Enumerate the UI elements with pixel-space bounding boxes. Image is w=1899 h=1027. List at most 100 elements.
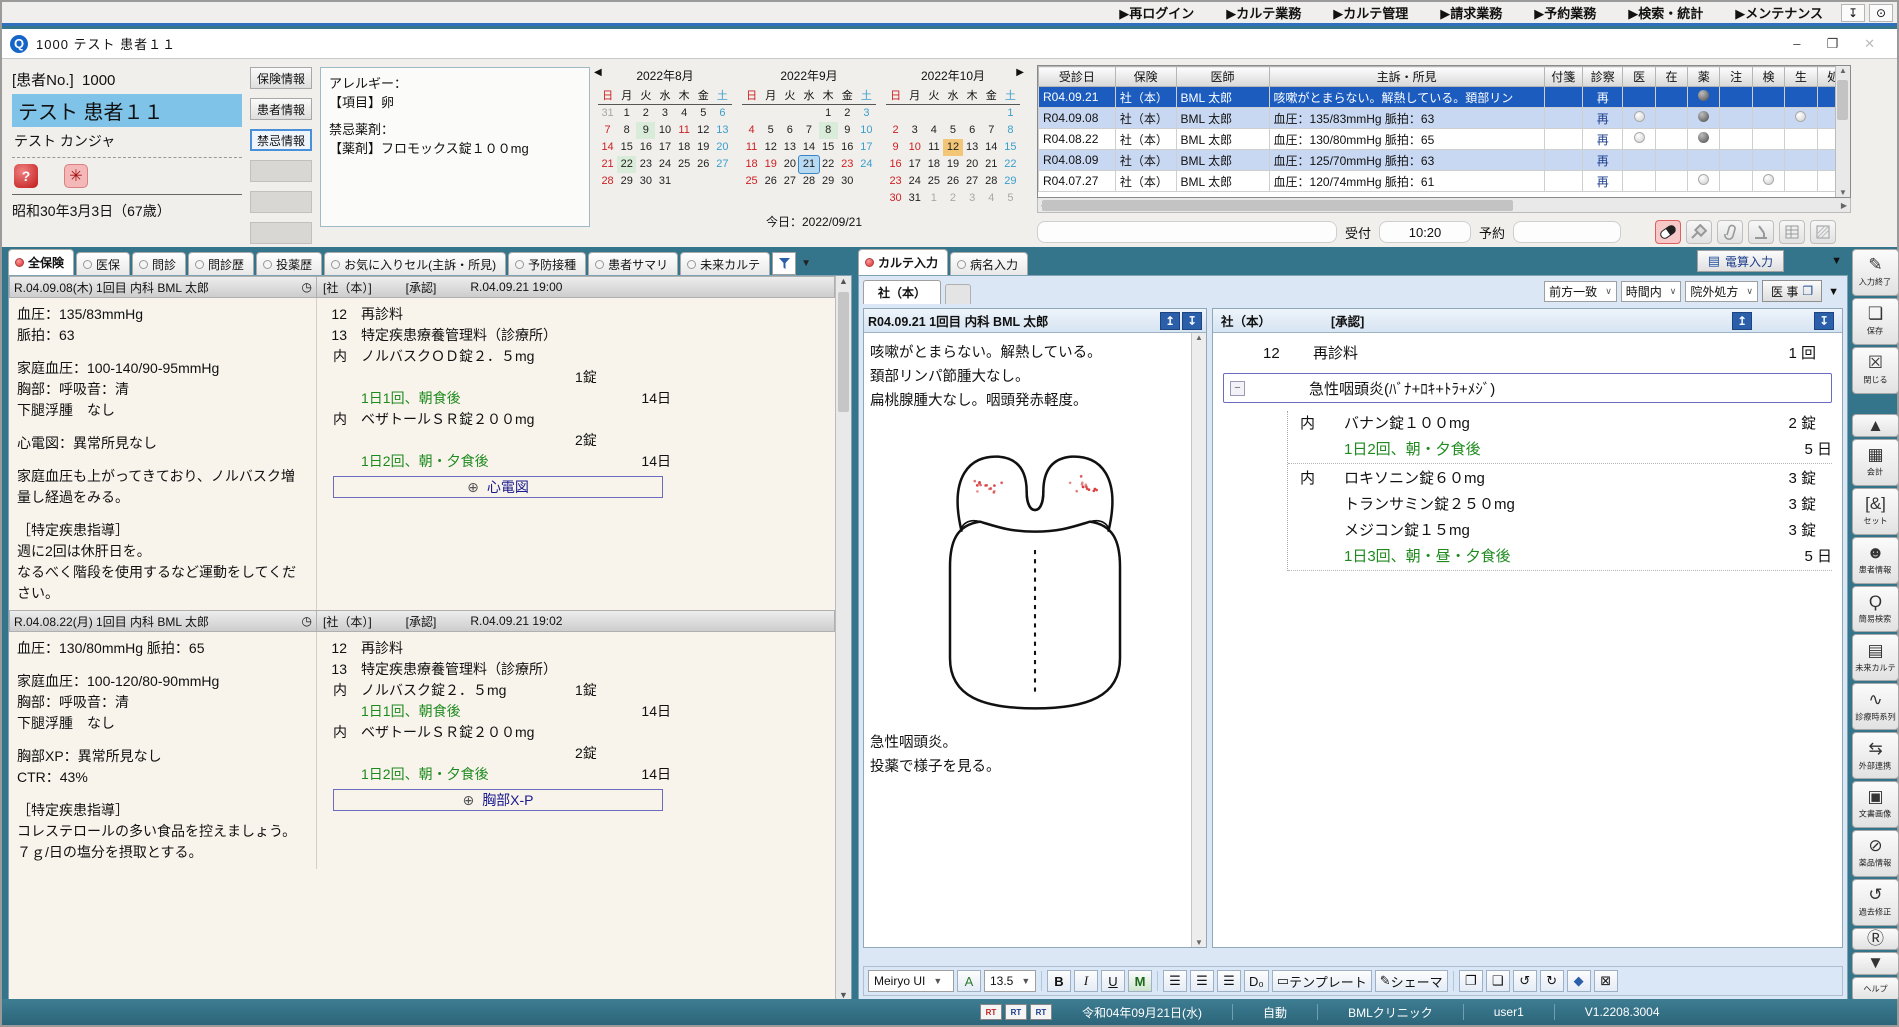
calendar-day[interactable]: 1 <box>1001 105 1020 122</box>
prescription-mode-select[interactable]: 院外処方∨ <box>1685 281 1758 302</box>
visit-row[interactable]: R04.09.08社（本）BML 太郎血圧：135/83mmHg 脈拍：63再 <box>1039 108 1850 129</box>
align-left-button[interactable]: ☰ <box>1163 970 1187 992</box>
note-assessment-text[interactable]: 急性咽頭炎。投薬で様子を見る。 <box>864 729 1206 781</box>
calendar-day[interactable]: 23 <box>636 156 655 173</box>
calendar-day[interactable]: 16 <box>886 156 905 173</box>
calendar-day[interactable]: 17 <box>857 139 876 156</box>
calendar-day[interactable]: 5 <box>761 122 780 139</box>
throat-schema-image[interactable] <box>910 425 1160 725</box>
underline-button[interactable]: U <box>1101 970 1125 992</box>
calendar-day[interactable]: 10 <box>905 139 924 156</box>
calendar-day[interactable]: 11 <box>675 122 694 139</box>
align-center-button[interactable]: ☰ <box>1190 970 1214 992</box>
calendar-day[interactable]: 12 <box>761 139 780 156</box>
calendar-day[interactable]: 17 <box>905 156 924 173</box>
calendar-day[interactable]: 3 <box>655 105 674 122</box>
calculator-sidebar-button[interactable]: ▦会計 <box>1852 439 1899 486</box>
note-vertical-scrollbar[interactable]: ▲▼ <box>1191 333 1206 947</box>
decimal-button[interactable]: D₀ <box>1244 970 1269 992</box>
reception-memo-field[interactable] <box>1037 221 1337 243</box>
menu-item-請求業務[interactable]: ▶請求業務 <box>1426 1 1516 24</box>
copy-button[interactable]: ❐ <box>1459 970 1483 992</box>
close-box-sidebar-button[interactable]: ☒閉じる <box>1852 347 1899 394</box>
sheet-icon[interactable] <box>1779 220 1805 244</box>
calendar-day[interactable]: 9 <box>886 139 905 156</box>
calendar-day[interactable]: 9 <box>636 122 655 139</box>
menu-item-カルテ管理[interactable]: ▶カルテ管理 <box>1319 1 1422 24</box>
pen-power-sidebar-button[interactable]: ✎入力終了 <box>1852 249 1899 296</box>
record-header-right[interactable]: [社（本）][承認]R.04.09.21 19:02 <box>317 610 835 632</box>
calendar-day[interactable]: 16 <box>636 139 655 156</box>
tab-overflow-dropdown-icon[interactable]: ▼ <box>796 252 816 275</box>
time-mode-select[interactable]: 時間内∨ <box>1621 281 1682 302</box>
calendar-day[interactable]: 15 <box>819 139 838 156</box>
calendar-day[interactable]: 20 <box>780 156 799 173</box>
calendar-day[interactable]: 17 <box>655 139 674 156</box>
calendar-day[interactable]: 13 <box>963 139 982 156</box>
document-image-sidebar-button[interactable]: ▣文書画像 <box>1852 781 1899 828</box>
calendar-day[interactable] <box>694 173 713 190</box>
record-header-right[interactable]: [社（本）][承認]R.04.09.21 19:00 <box>317 276 835 298</box>
rx-fee-row[interactable]: 12再診料1 回 <box>1223 341 1832 367</box>
calendar-day[interactable]: 31 <box>655 173 674 190</box>
iji-button[interactable]: 医 事❐ <box>1762 280 1822 302</box>
calendar-day[interactable]: 15 <box>1001 139 1020 156</box>
visit-row[interactable]: R04.08.22社（本）BML 太郎血圧：130/80mmHg 脈拍：65再 <box>1039 129 1850 150</box>
calendar-day[interactable]: 21 <box>598 156 617 173</box>
visit-col-header[interactable]: 医 <box>1623 67 1655 87</box>
calendar-day[interactable]: 23 <box>838 156 857 173</box>
rx-jump-top-icon[interactable]: ↥ <box>1732 312 1752 330</box>
minimize-button[interactable]: – <box>1793 36 1800 52</box>
info-button-禁忌情報[interactable]: 禁忌情報 <box>250 129 312 151</box>
calendar-day[interactable]: 4 <box>982 190 1001 207</box>
record-header-left[interactable]: R.04.09.08(木) 1回目 内科 BML 太郎◷ <box>9 276 317 298</box>
help-sidebar-button[interactable]: ヘルプ <box>1852 977 1899 1001</box>
calendar-day[interactable]: 1 <box>924 190 943 207</box>
calendar-day[interactable]: 27 <box>963 173 982 190</box>
jump-top-icon[interactable]: ↥ <box>1160 312 1180 330</box>
visit-col-header[interactable]: 受診日 <box>1039 67 1116 87</box>
rx-med-row[interactable]: トランサミン錠２５０mg3 錠 <box>1288 492 1832 518</box>
rx-med-row[interactable]: メジコン錠１５mg3 錠 <box>1288 518 1832 544</box>
calendar-day[interactable]: 22 <box>617 156 636 173</box>
calendar-day[interactable] <box>799 105 818 122</box>
tray-icon[interactable]: ↧ <box>1841 4 1865 22</box>
karte-tab-dropdown-icon[interactable]: ▼ <box>1831 255 1842 267</box>
drug-info-sidebar-button[interactable]: ⊘薬品情報 <box>1852 830 1899 877</box>
calendar-day[interactable]: 29 <box>1001 173 1020 190</box>
visit-col-header[interactable]: 生 <box>1785 67 1817 87</box>
schema-button[interactable]: ✎シェーマ <box>1375 970 1448 992</box>
calendar-day[interactable]: 29 <box>819 173 838 190</box>
calendar-day[interactable]: 27 <box>713 156 732 173</box>
calendar-day[interactable]: 3 <box>963 190 982 207</box>
future-karte-sidebar-button[interactable]: ▤未来カルテ <box>1852 634 1899 681</box>
calendar-day[interactable]: 26 <box>694 156 713 173</box>
calendar-day[interactable] <box>943 105 962 122</box>
calendar-day[interactable]: 10 <box>857 122 876 139</box>
calendar-day[interactable]: 8 <box>819 122 838 139</box>
calendar-day[interactable]: 23 <box>886 173 905 190</box>
align-right-button[interactable]: ☰ <box>1217 970 1241 992</box>
appointment-time-field[interactable] <box>1513 221 1621 243</box>
visit-col-header[interactable]: 保険 <box>1115 67 1176 87</box>
rx-med-row[interactable]: 内バナン錠１００mg2 錠 <box>1288 411 1832 437</box>
calendar-day[interactable] <box>675 173 694 190</box>
visit-row[interactable]: R04.09.21社（本）BML 太郎咳嗽がとまらない。解熱している。頚部リン再 <box>1039 87 1850 108</box>
eraser-button[interactable]: ◆ <box>1567 970 1591 992</box>
note-text[interactable]: 咳嗽がとまらない。解熱している。頚部リンパ節腫大なし。扁桃腺腫大なし。咽頭発赤軽… <box>864 333 1206 421</box>
calendar-day[interactable]: 20 <box>713 139 732 156</box>
template-button[interactable]: ▭テンプレート <box>1272 970 1372 992</box>
tab-問診[interactable]: 問診 <box>132 252 186 275</box>
font-family-select[interactable]: Meiryo UI▼ <box>868 970 954 992</box>
calendar-day[interactable]: 1 <box>617 105 636 122</box>
calendar-day[interactable]: 11 <box>924 139 943 156</box>
maximize-button[interactable]: ❐ <box>1826 36 1838 52</box>
calendar-day[interactable]: 19 <box>694 139 713 156</box>
tab-投薬歴[interactable]: 投薬歴 <box>256 252 322 275</box>
calendar-day[interactable]: 12 <box>694 122 713 139</box>
calendar-day[interactable]: 30 <box>636 173 655 190</box>
calendar-day[interactable] <box>761 105 780 122</box>
visit-col-header[interactable]: 注 <box>1720 67 1752 87</box>
calendar-day[interactable]: 7 <box>799 122 818 139</box>
filter-icon-button[interactable] <box>772 252 796 275</box>
